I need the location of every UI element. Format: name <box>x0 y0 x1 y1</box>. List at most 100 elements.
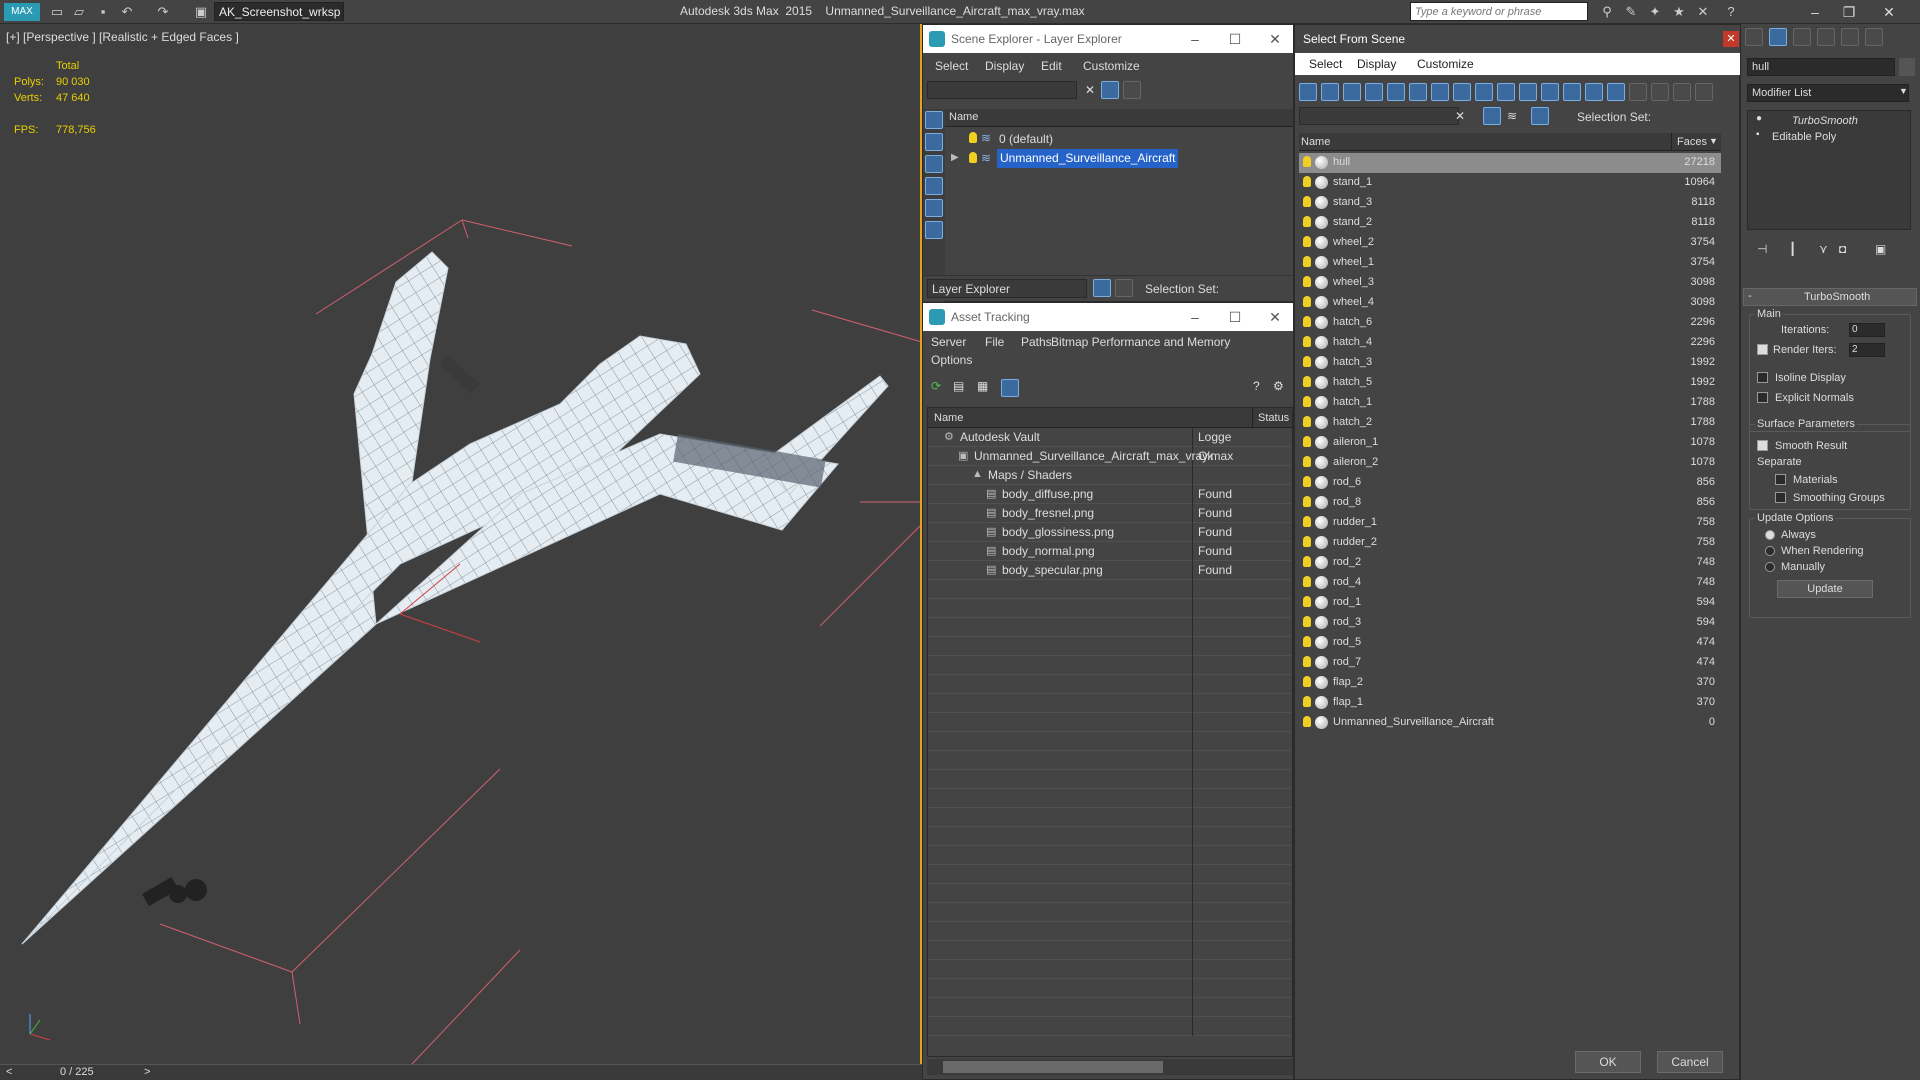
lightbulb-icon[interactable] <box>1303 296 1311 307</box>
object-color-swatch[interactable] <box>1899 58 1915 76</box>
collapse-icon[interactable]: - <box>1748 290 1752 302</box>
isoline-display-checkbox[interactable] <box>1757 372 1768 383</box>
cancel-button[interactable]: Cancel <box>1657 1051 1723 1073</box>
toolbar-frozen-icon[interactable] <box>1541 83 1559 101</box>
save-file-icon[interactable]: ▪ <box>94 3 112 21</box>
object-name-field[interactable]: hull <box>1747 58 1895 76</box>
exchange-icon[interactable]: ✕ <box>1694 3 1712 21</box>
menu-customize[interactable]: Customize <box>1417 57 1474 71</box>
asset-row[interactable]: ▤ body_glossiness.png Found <box>928 523 1292 542</box>
asset-row[interactable]: ▤ body_diffuse.png Found <box>928 485 1292 504</box>
select-dialog-titlebar[interactable]: Select From Scene ✕ <box>1295 25 1741 53</box>
restore-icon[interactable]: ❐ <box>1834 2 1864 22</box>
asset-row[interactable] <box>928 751 1292 770</box>
smoothing-groups-checkbox[interactable] <box>1775 492 1786 503</box>
object-row[interactable]: rudder_2 758 <box>1299 533 1721 553</box>
object-row[interactable]: wheel_4 3098 <box>1299 293 1721 313</box>
render-iters-spinner[interactable]: 2 <box>1849 343 1885 357</box>
asset-tracking-titlebar[interactable]: Asset Tracking – ☐ ✕ <box>923 303 1293 331</box>
asset-row[interactable]: ▤ body_fresnel.png Found <box>928 504 1292 523</box>
object-row[interactable]: Unmanned_Surveillance_Aircraft 0 <box>1299 713 1721 733</box>
lightbulb-icon[interactable] <box>1303 696 1311 707</box>
toolbar-geometry-icon[interactable] <box>1299 83 1317 101</box>
lightbulb-icon[interactable] <box>1303 276 1311 287</box>
subscription-icon[interactable]: ✦ <box>1646 3 1664 21</box>
layer-row[interactable]: ≋ 0 (default) <box>945 129 1293 149</box>
display-spacewarps-icon[interactable] <box>925 221 943 239</box>
toolbar-lights-icon[interactable] <box>1343 83 1361 101</box>
toolbar-spacewarps-icon[interactable] <box>1409 83 1427 101</box>
asset-row[interactable] <box>928 713 1292 732</box>
object-row[interactable]: rod_4 748 <box>1299 573 1721 593</box>
dropdown-arrow-icon[interactable]: ▼ <box>1899 86 1908 96</box>
display-shapes-icon[interactable] <box>925 133 943 151</box>
asset-row[interactable] <box>928 808 1292 827</box>
name-column-header[interactable]: Name <box>949 111 978 123</box>
modify-tab-icon[interactable] <box>1769 28 1787 46</box>
minimize-icon[interactable]: – <box>1181 29 1209 49</box>
minimize-icon[interactable]: – <box>1800 2 1830 22</box>
asset-row[interactable] <box>928 732 1292 751</box>
scene-explorer-titlebar[interactable]: Scene Explorer - Layer Explorer – ☐ ✕ <box>923 25 1293 53</box>
lightbulb-icon[interactable] <box>1303 636 1311 647</box>
toolbar-xrefs-icon[interactable] <box>1453 83 1471 101</box>
filter-icon[interactable] <box>1483 107 1501 125</box>
lightbulb-icon[interactable] <box>1303 336 1311 347</box>
asset-row[interactable]: ▤ body_specular.png Found <box>928 561 1292 580</box>
object-row[interactable]: rod_5 474 <box>1299 633 1721 653</box>
layer-icon[interactable]: ≋ <box>1507 109 1517 123</box>
iterations-spinner[interactable]: 0 <box>1849 323 1885 337</box>
toolbar-invert-icon[interactable] <box>1607 83 1625 101</box>
asset-row[interactable]: ⚙ Autodesk Vault Logge <box>928 428 1292 447</box>
stack-item-turbosmooth[interactable]: TurboSmooth <box>1792 115 1858 127</box>
lightbulb-icon[interactable] <box>1303 416 1311 427</box>
layer-options-icon[interactable] <box>1123 81 1141 99</box>
close-icon[interactable]: ✕ <box>1261 307 1289 327</box>
layer-explorer-icon[interactable] <box>1093 279 1111 297</box>
favorites-icon[interactable]: ★ <box>1670 3 1688 21</box>
menu-options[interactable]: Options <box>931 353 972 367</box>
menu-select[interactable]: Select <box>1309 57 1342 71</box>
lightbulb-icon[interactable] <box>1303 156 1311 167</box>
toolbar-groups-icon[interactable] <box>1431 83 1449 101</box>
utilities-tab-icon[interactable] <box>1865 28 1883 46</box>
ok-button[interactable]: OK <box>1575 1051 1641 1073</box>
minimize-icon[interactable]: – <box>1181 307 1209 327</box>
new-file-icon[interactable]: ▭ <box>48 3 66 21</box>
undo-icon[interactable]: ↶ <box>118 3 136 21</box>
asset-row[interactable] <box>928 979 1292 998</box>
lightbulb-icon[interactable] <box>1303 596 1311 607</box>
key-icon[interactable]: ✎ <box>1622 3 1640 21</box>
asset-row[interactable] <box>928 903 1292 922</box>
asset-row[interactable] <box>928 884 1292 903</box>
display-tab-icon[interactable] <box>1841 28 1859 46</box>
toolbar-none-icon[interactable] <box>1585 83 1603 101</box>
asset-row[interactable] <box>928 941 1292 960</box>
asset-row[interactable]: ▤ body_normal.png Found <box>928 542 1292 561</box>
menu-select[interactable]: Select <box>935 59 968 73</box>
toolbar-bones-icon[interactable] <box>1475 83 1493 101</box>
toolbar-shapes-icon[interactable] <box>1321 83 1339 101</box>
clear-search-icon[interactable]: ✕ <box>1455 109 1465 123</box>
object-row[interactable]: flap_2 370 <box>1299 673 1721 693</box>
expand-icon[interactable]: ▪ <box>1756 129 1760 140</box>
toolbar-options-icon[interactable] <box>1673 83 1691 101</box>
workspace-dropdown[interactable]: AK_Screenshot_wrksp <box>214 2 344 21</box>
object-row[interactable]: hatch_4 2296 <box>1299 333 1721 353</box>
time-slider[interactable]: < 0 / 225 > <box>0 1064 922 1080</box>
object-row[interactable]: hatch_6 2296 <box>1299 313 1721 333</box>
object-row[interactable]: rod_3 594 <box>1299 613 1721 633</box>
menu-edit[interactable]: Edit <box>1041 59 1062 73</box>
toolbar-helpers-icon[interactable] <box>1387 83 1405 101</box>
lightbulb-icon[interactable] <box>1303 196 1311 207</box>
materials-checkbox[interactable] <box>1775 474 1786 485</box>
toolbar-filter-icon[interactable] <box>1651 83 1669 101</box>
always-radio[interactable] <box>1765 530 1775 540</box>
hierarchy-icon[interactable] <box>1531 107 1549 125</box>
lightbulb-icon[interactable] <box>1303 656 1311 667</box>
menu-display[interactable]: Display <box>1357 57 1396 71</box>
redo-icon[interactable]: ↷ <box>154 3 172 21</box>
pin-stack-icon[interactable]: ⊣ <box>1757 242 1767 256</box>
display-cameras-icon[interactable] <box>925 177 943 195</box>
create-tab-icon[interactable] <box>1745 28 1763 46</box>
